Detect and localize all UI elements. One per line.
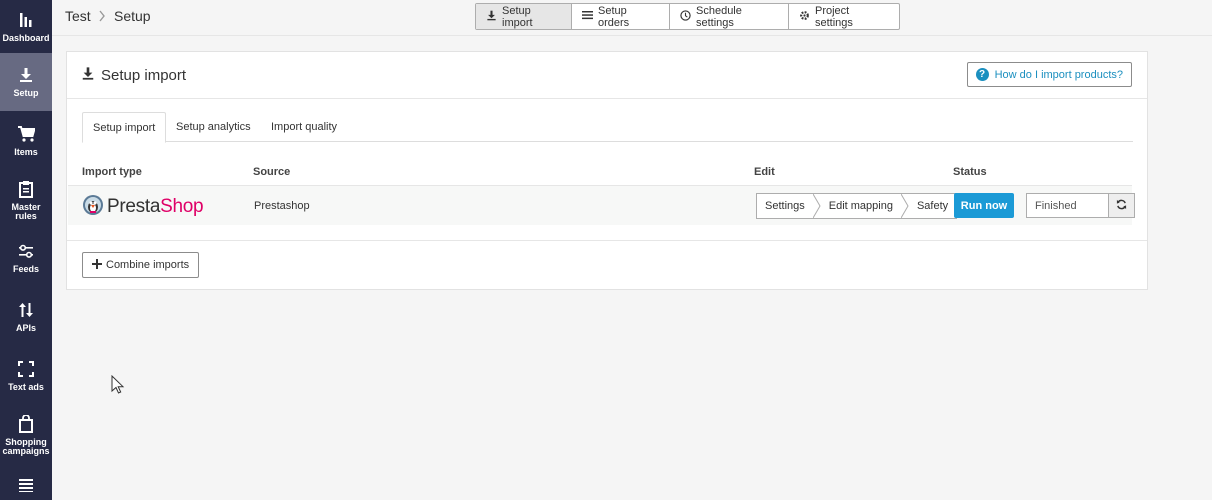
tab-label: Schedule settings (696, 4, 742, 29)
card-header: Setup import ? How do I import products? (67, 52, 1147, 99)
sidebar-item-text-ads[interactable]: Text ads (0, 347, 52, 405)
breadcrumb-project[interactable]: Test (65, 8, 91, 24)
chevron-divider-icon (812, 193, 821, 219)
tab-schedule-settings[interactable]: Schedule settings (670, 4, 789, 29)
sidebar-item-label: APIs (15, 323, 36, 333)
sidebar-item-label: Items (14, 147, 38, 157)
gear-icon (799, 10, 810, 24)
refresh-button[interactable] (1108, 194, 1134, 217)
download-icon (16, 65, 36, 85)
prestashop-logo: PrestaShop (82, 194, 204, 219)
edit-step-edit-mapping[interactable]: Edit mapping (821, 194, 901, 218)
prestashop-wordmark: PrestaShop (107, 195, 204, 217)
question-icon: ? (975, 68, 989, 81)
cart-icon (16, 124, 36, 144)
clock-icon (680, 9, 691, 24)
sidebar-item-label: Text ads (8, 382, 44, 392)
sidebar-item-feeds[interactable]: Feeds (0, 229, 52, 287)
sidebar-item-items[interactable]: Items (0, 111, 52, 169)
prestashop-puffin-icon (82, 194, 104, 219)
combine-imports-button[interactable]: Combine imports (82, 252, 200, 278)
sidebar-item-shopping-campaigns[interactable]: Shopping campaigns (0, 406, 52, 464)
column-header-status: Status (953, 166, 987, 178)
run-now-button[interactable]: Run now (954, 193, 1014, 218)
sidebar-item-apis[interactable]: APIs (0, 288, 52, 346)
help-button[interactable]: ? How do I import products? (966, 62, 1132, 87)
refresh-icon (1116, 199, 1127, 213)
bar-chart-icon (16, 10, 36, 30)
breadcrumb-page: Setup (114, 8, 151, 24)
sidebar-item-setup[interactable]: Setup (0, 53, 52, 111)
table-row: PrestaShop Prestashop Settings Edit mapp… (68, 185, 1135, 225)
sidebar: Dashboard Setup Items Master rules Feeds… (0, 0, 52, 500)
download-icon (81, 66, 95, 85)
column-header-source: Source (253, 166, 291, 178)
sidebar-item-label: Setup (13, 88, 39, 98)
setup-import-card: Setup import ? How do I import products?… (66, 51, 1148, 290)
column-header-edit: Edit (754, 166, 775, 178)
tab-setup-import[interactable]: Setup import (82, 112, 167, 143)
tab-setup-analytics[interactable]: Setup analytics (166, 112, 261, 142)
sliders-icon (16, 241, 36, 261)
import-tabs: Setup import Setup analytics Import qual… (82, 112, 1133, 143)
status-value: Finished (1035, 199, 1077, 212)
help-button-label: How do I import products? (994, 68, 1123, 81)
edit-steps: Settings Edit mapping Safety (756, 193, 958, 219)
plus-icon (92, 258, 102, 272)
source-value: Prestashop (254, 200, 310, 212)
card-title: Setup import (81, 66, 186, 85)
tab-label: Setup import (502, 4, 533, 29)
chevron-right-icon (98, 10, 106, 22)
sidebar-item-label: Master rules (11, 202, 41, 221)
expand-icon (16, 359, 36, 379)
shopping-bag-icon (16, 414, 36, 434)
tab-project-settings[interactable]: Project settings (789, 4, 899, 29)
sidebar-item-master-rules[interactable]: Master rules (0, 170, 52, 228)
edit-step-safety[interactable]: Safety (909, 194, 956, 218)
sidebar-item-dashboard[interactable]: Dashboard (0, 0, 52, 52)
download-icon (486, 10, 497, 24)
sidebar-item-menu[interactable] (0, 466, 52, 500)
tab-label: Setup orders (598, 4, 630, 29)
clipboard-icon (16, 179, 36, 199)
sidebar-item-label: Shopping campaigns (2, 437, 50, 456)
combine-imports-label: Combine imports (106, 259, 190, 271)
tab-setup-orders[interactable]: Setup orders (572, 4, 670, 29)
status-box: Finished (1026, 193, 1135, 218)
list-icon (582, 10, 593, 23)
sidebar-item-label: Dashboard (2, 33, 50, 43)
chevron-divider-icon (900, 193, 909, 219)
mouse-cursor-icon (111, 374, 125, 395)
sidebar-item-label: Feeds (12, 264, 39, 274)
arrows-updown-icon (16, 300, 36, 320)
top-bar: Test Setup Setup import Setup orders Sch… (52, 0, 1212, 36)
edit-step-settings[interactable]: Settings (757, 194, 813, 218)
tab-setup-import[interactable]: Setup import (476, 4, 572, 29)
tab-import-quality[interactable]: Import quality (261, 112, 347, 142)
card-title-text: Setup import (101, 67, 187, 84)
top-tab-group: Setup import Setup orders Schedule setti… (475, 3, 900, 30)
divider (67, 240, 1147, 241)
menu-icon (16, 475, 36, 495)
column-header-import-type: Import type (82, 166, 142, 178)
tab-label: Project settings (815, 4, 853, 29)
